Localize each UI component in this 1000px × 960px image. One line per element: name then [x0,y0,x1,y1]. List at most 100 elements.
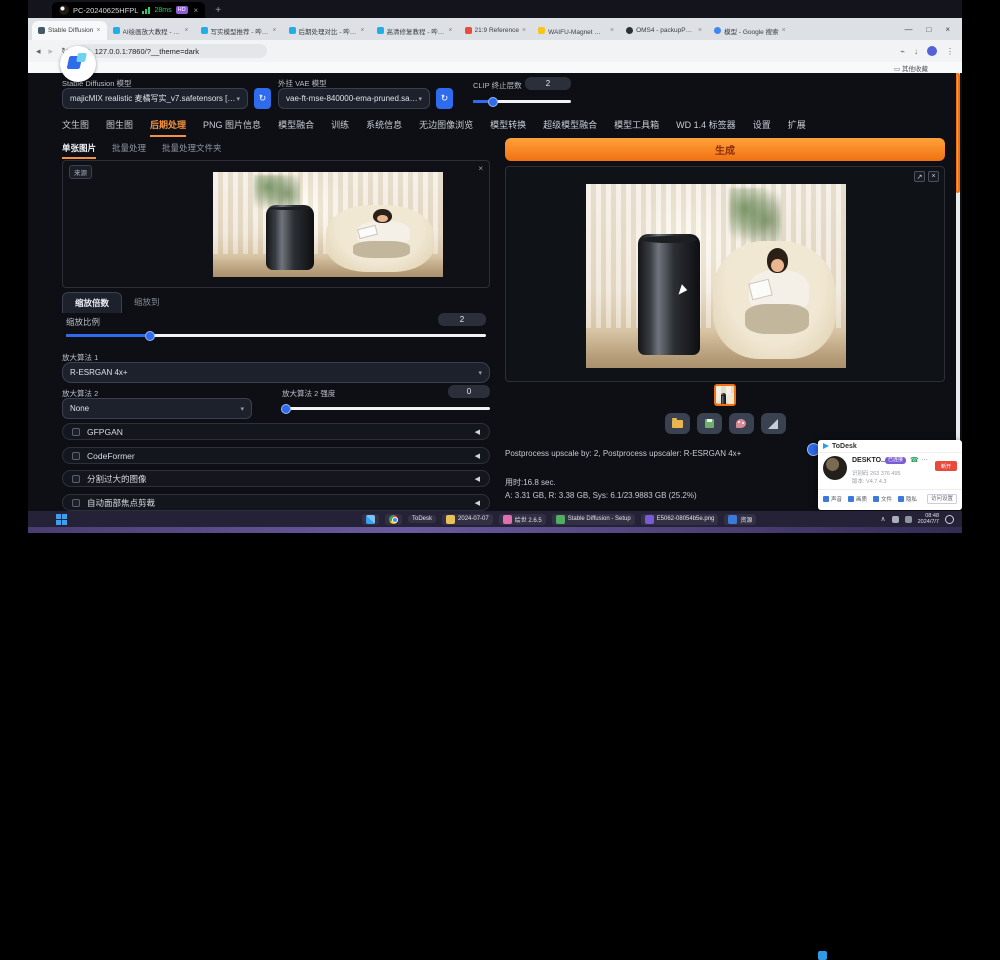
tab-scale-to[interactable]: 缩放到 [122,292,172,313]
taskbar-sd-setup[interactable]: Stable Diffusion - Setup [552,514,635,525]
close-tab-icon[interactable]: × [610,27,614,34]
browser-tab-stable-diffusion[interactable]: Stable Diffusion × [32,21,107,40]
generate-button[interactable]: 生成 [505,138,945,161]
close-tab-icon[interactable]: × [360,27,364,34]
notification-icon[interactable] [945,515,954,524]
refresh-vae-button[interactable]: ↻ [436,88,453,109]
taskbar-widgets[interactable] [362,514,379,525]
browser-tab-5[interactable]: 高清修复教程 - 哔哩哔哩× [371,21,459,40]
taskbar-png-file[interactable]: E5062-08054b5e.png [641,514,719,525]
remote-session-tab[interactable]: PC-20240625HFPL 28ms HD × [52,2,205,18]
strength-slider[interactable] [282,407,490,410]
close-tab-icon[interactable]: × [522,27,526,34]
taskbar-launcher[interactable]: 绘世 2.6.5 [499,514,546,525]
tab-super-merger[interactable]: 超级模型融合 [543,118,597,137]
close-result-icon[interactable]: × [928,171,939,182]
back-icon[interactable]: ◂ [36,46,41,57]
clear-image-icon[interactable]: × [478,164,483,173]
vae-dropdown[interactable]: vae-ft-mse-840000-ema-pruned.safetensors… [278,88,430,109]
todesk-access-settings-button[interactable]: 访问设置 [927,494,957,504]
subtab-batch-folder[interactable]: 批量处理文件夹 [162,142,222,159]
close-session-icon[interactable]: × [194,6,199,15]
browser-tab-6[interactable]: 21:9 Reference× [459,21,533,40]
disconnect-button[interactable]: 断开 [935,461,957,471]
more-icon[interactable]: ⋯ [921,456,928,464]
browser-tab-9[interactable]: 模型 - Google 搜索× [708,21,792,40]
taskbar-resources[interactable]: 资源 [724,514,756,525]
open-folder-button[interactable] [665,413,690,434]
accordion-split-oversized[interactable]: 分割过大的图像 ◀ [62,470,490,487]
profile-avatar[interactable] [927,46,937,56]
codeformer-checkbox[interactable] [72,452,80,460]
close-window-button[interactable]: × [945,25,950,34]
send-to-extras-button[interactable] [761,413,786,434]
tab-checkpoint-merger[interactable]: 模型融合 [278,118,314,137]
tray-network-icon[interactable] [892,516,899,523]
send-to-inpaint-button[interactable] [729,413,754,434]
forward-icon[interactable]: ▸ [49,46,54,57]
subtab-batch-process[interactable]: 批量处理 [112,142,146,159]
close-tab-icon[interactable]: × [782,27,786,34]
close-tab-icon[interactable]: × [272,27,276,34]
scale-value[interactable]: 2 [438,313,486,326]
clip-skip-value[interactable]: 2 [525,77,571,90]
tray-chevron-icon[interactable]: ∧ [880,515,885,523]
upscaler1-dropdown[interactable]: R-ESRGAN 4x+ ▾ [62,362,490,383]
taskbar-todesk[interactable]: ToDesk [408,515,436,523]
result-image[interactable] [586,184,846,368]
taskbar-chrome[interactable] [385,514,402,525]
todesk-privacy-toggle[interactable]: 隐私 [898,495,917,503]
strength-value[interactable]: 0 [448,385,490,398]
tab-scale-by[interactable]: 缩放倍数 [62,292,122,313]
tab-model-converter[interactable]: 模型转换 [490,118,526,137]
todesk-file-toggle[interactable]: 文件 [873,495,892,503]
refresh-model-button[interactable]: ↻ [254,88,271,109]
accordion-auto-face-crop[interactable]: 自动面部焦点剪裁 ◀ [62,494,490,511]
maximize-button[interactable]: □ [926,25,931,34]
tab-infinite-browser[interactable]: 无边图像浏览 [419,118,473,137]
accordion-codeformer[interactable]: CodeFormer ◀ [62,447,490,464]
close-tab-icon[interactable]: × [448,27,452,34]
phone-icon[interactable]: ☎ [910,456,919,464]
browser-tab-3[interactable]: 写实模型推荐 - 哔哩哔哩× [195,21,283,40]
taskbar-folder[interactable]: 2024-07-07 [442,514,493,525]
accordion-gfpgan[interactable]: GFPGAN ◀ [62,423,490,440]
taskbar-clock[interactable]: 08:48 2024/7/7 [918,513,939,525]
save-image-button[interactable] [697,413,722,434]
start-button[interactable] [56,514,67,525]
gfpgan-checkbox[interactable] [72,428,80,436]
browser-tab-7[interactable]: WAIFU-Magnet 磁链× [532,21,620,40]
scale-slider[interactable] [66,334,486,337]
new-session-button[interactable]: + [215,5,221,16]
minimize-button[interactable]: — [904,25,912,34]
upscaler2-dropdown[interactable]: None ▾ [62,398,252,419]
gallery-thumbnail[interactable] [714,384,736,406]
browser-tab-2[interactable]: AI绘画放大教程 - 哔哩哔哩× [107,21,195,40]
address-bar[interactable]: ◎ 127.0.0.1:7860/?__theme=dark [77,44,267,58]
clip-skip-slider[interactable] [473,100,571,103]
menu-kebab-icon[interactable]: ⋮ [946,47,954,56]
browser-tab-4[interactable]: 后期处理对比 - 哔哩哔哩× [283,21,371,40]
tab-png-info[interactable]: PNG 图片信息 [203,118,261,137]
close-tab-icon[interactable]: × [698,27,702,34]
tab-settings[interactable]: 设置 [753,118,771,137]
tab-txt2img[interactable]: 文生图 [62,118,89,137]
tab-train[interactable]: 训练 [331,118,349,137]
tab-model-toolkit[interactable]: 模型工具箱 [614,118,659,137]
source-image-dropzone[interactable]: 来源 × [62,160,490,288]
close-tab-icon[interactable]: × [184,27,188,34]
close-tab-icon[interactable]: × [96,27,100,34]
todesk-audio-toggle[interactable]: 声音 [823,495,842,503]
model-dropdown[interactable]: majicMIX realistic 麦橘写实_v7.safetensors [… [62,88,248,109]
fullscreen-icon[interactable]: ↗ [914,171,925,182]
face-crop-checkbox[interactable] [72,499,80,507]
todesk-quality-toggle[interactable]: 画质 [848,495,867,503]
tab-extras[interactable]: 后期处理 [150,118,186,137]
tab-wd14-tagger[interactable]: WD 1.4 标签器 [676,118,736,137]
tab-extensions[interactable]: 扩展 [788,118,806,137]
tray-sound-icon[interactable] [905,516,912,523]
subtab-single-image[interactable]: 单张图片 [62,142,96,159]
split-checkbox[interactable] [72,475,80,483]
download-icon[interactable]: ↓ [914,47,918,56]
browser-tab-8[interactable]: OMS4 - packupPTStudio× [620,21,708,40]
